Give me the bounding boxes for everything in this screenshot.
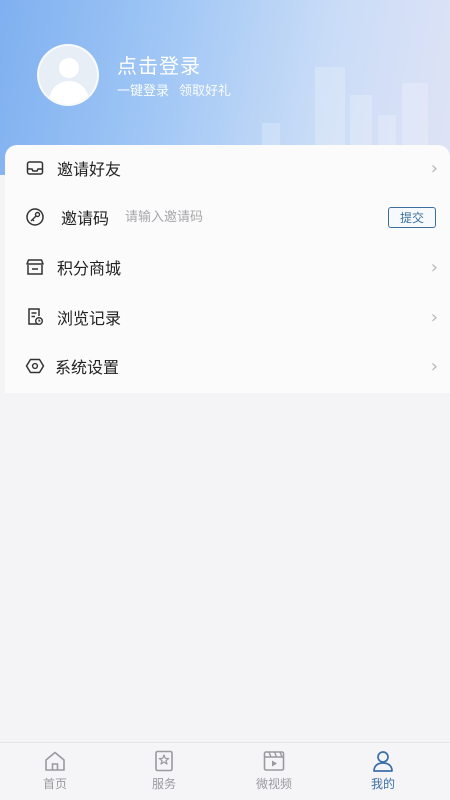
menu-item-invite-code: 邀请码 提交 xyxy=(5,197,450,237)
invite-code-input[interactable] xyxy=(125,205,375,229)
tab-label: 我的 xyxy=(370,777,395,791)
login-title[interactable]: 点击登录 xyxy=(117,50,201,79)
clapper-icon xyxy=(261,749,287,773)
submit-button[interactable]: 提交 xyxy=(388,206,436,228)
menu-label: 积分商城 xyxy=(57,259,122,278)
tab-label: 微视频 xyxy=(255,777,292,791)
menu-label: 邀请好友 xyxy=(57,160,122,179)
chevron-right-icon: › xyxy=(430,157,438,179)
login-subtitle: 一键登录 领取好礼 xyxy=(117,80,231,99)
menu-item-history[interactable]: 浏览记录 › xyxy=(5,297,450,337)
chevron-right-icon: › xyxy=(430,306,438,328)
home-icon xyxy=(42,749,68,773)
tab-mine[interactable]: 我的 xyxy=(353,749,413,799)
one-click-login-text: 一键登录 xyxy=(117,84,170,99)
menu-label: 系统设置 xyxy=(55,358,120,377)
menu-card: 邀请好友 › 邀请码 提交 积分商城 › 浏览记录 › 系统设置 › xyxy=(5,145,450,393)
menu-label: 浏览记录 xyxy=(57,309,122,328)
hexagon-gear-icon xyxy=(24,355,46,377)
chevron-right-icon: › xyxy=(430,355,438,377)
store-icon xyxy=(24,256,46,278)
avatar-head-shape xyxy=(59,58,79,78)
tab-home[interactable]: 首页 xyxy=(25,749,85,799)
chevron-right-icon: › xyxy=(430,256,438,278)
user-icon xyxy=(370,749,396,773)
inbox-icon xyxy=(24,157,46,179)
tab-label: 首页 xyxy=(42,777,67,791)
receipt-icon xyxy=(24,306,46,328)
key-icon xyxy=(24,206,46,228)
menu-label: 邀请码 xyxy=(61,209,110,228)
avatar[interactable] xyxy=(37,44,99,106)
menu-item-invite-friends[interactable]: 邀请好友 › xyxy=(5,148,450,188)
claim-gift-text: 领取好礼 xyxy=(179,84,232,99)
menu-item-points-mall[interactable]: 积分商城 › xyxy=(5,247,450,287)
tab-services[interactable]: 服务 xyxy=(134,749,194,799)
tab-micro-video[interactable]: 微视频 xyxy=(244,749,304,799)
bookmark-star-icon xyxy=(151,749,177,773)
tab-label: 服务 xyxy=(151,777,176,791)
avatar-body-shape xyxy=(49,81,89,104)
menu-item-settings[interactable]: 系统设置 › xyxy=(5,346,450,386)
bottom-tab-bar: 首页 服务 微视频 我的 xyxy=(0,742,450,800)
